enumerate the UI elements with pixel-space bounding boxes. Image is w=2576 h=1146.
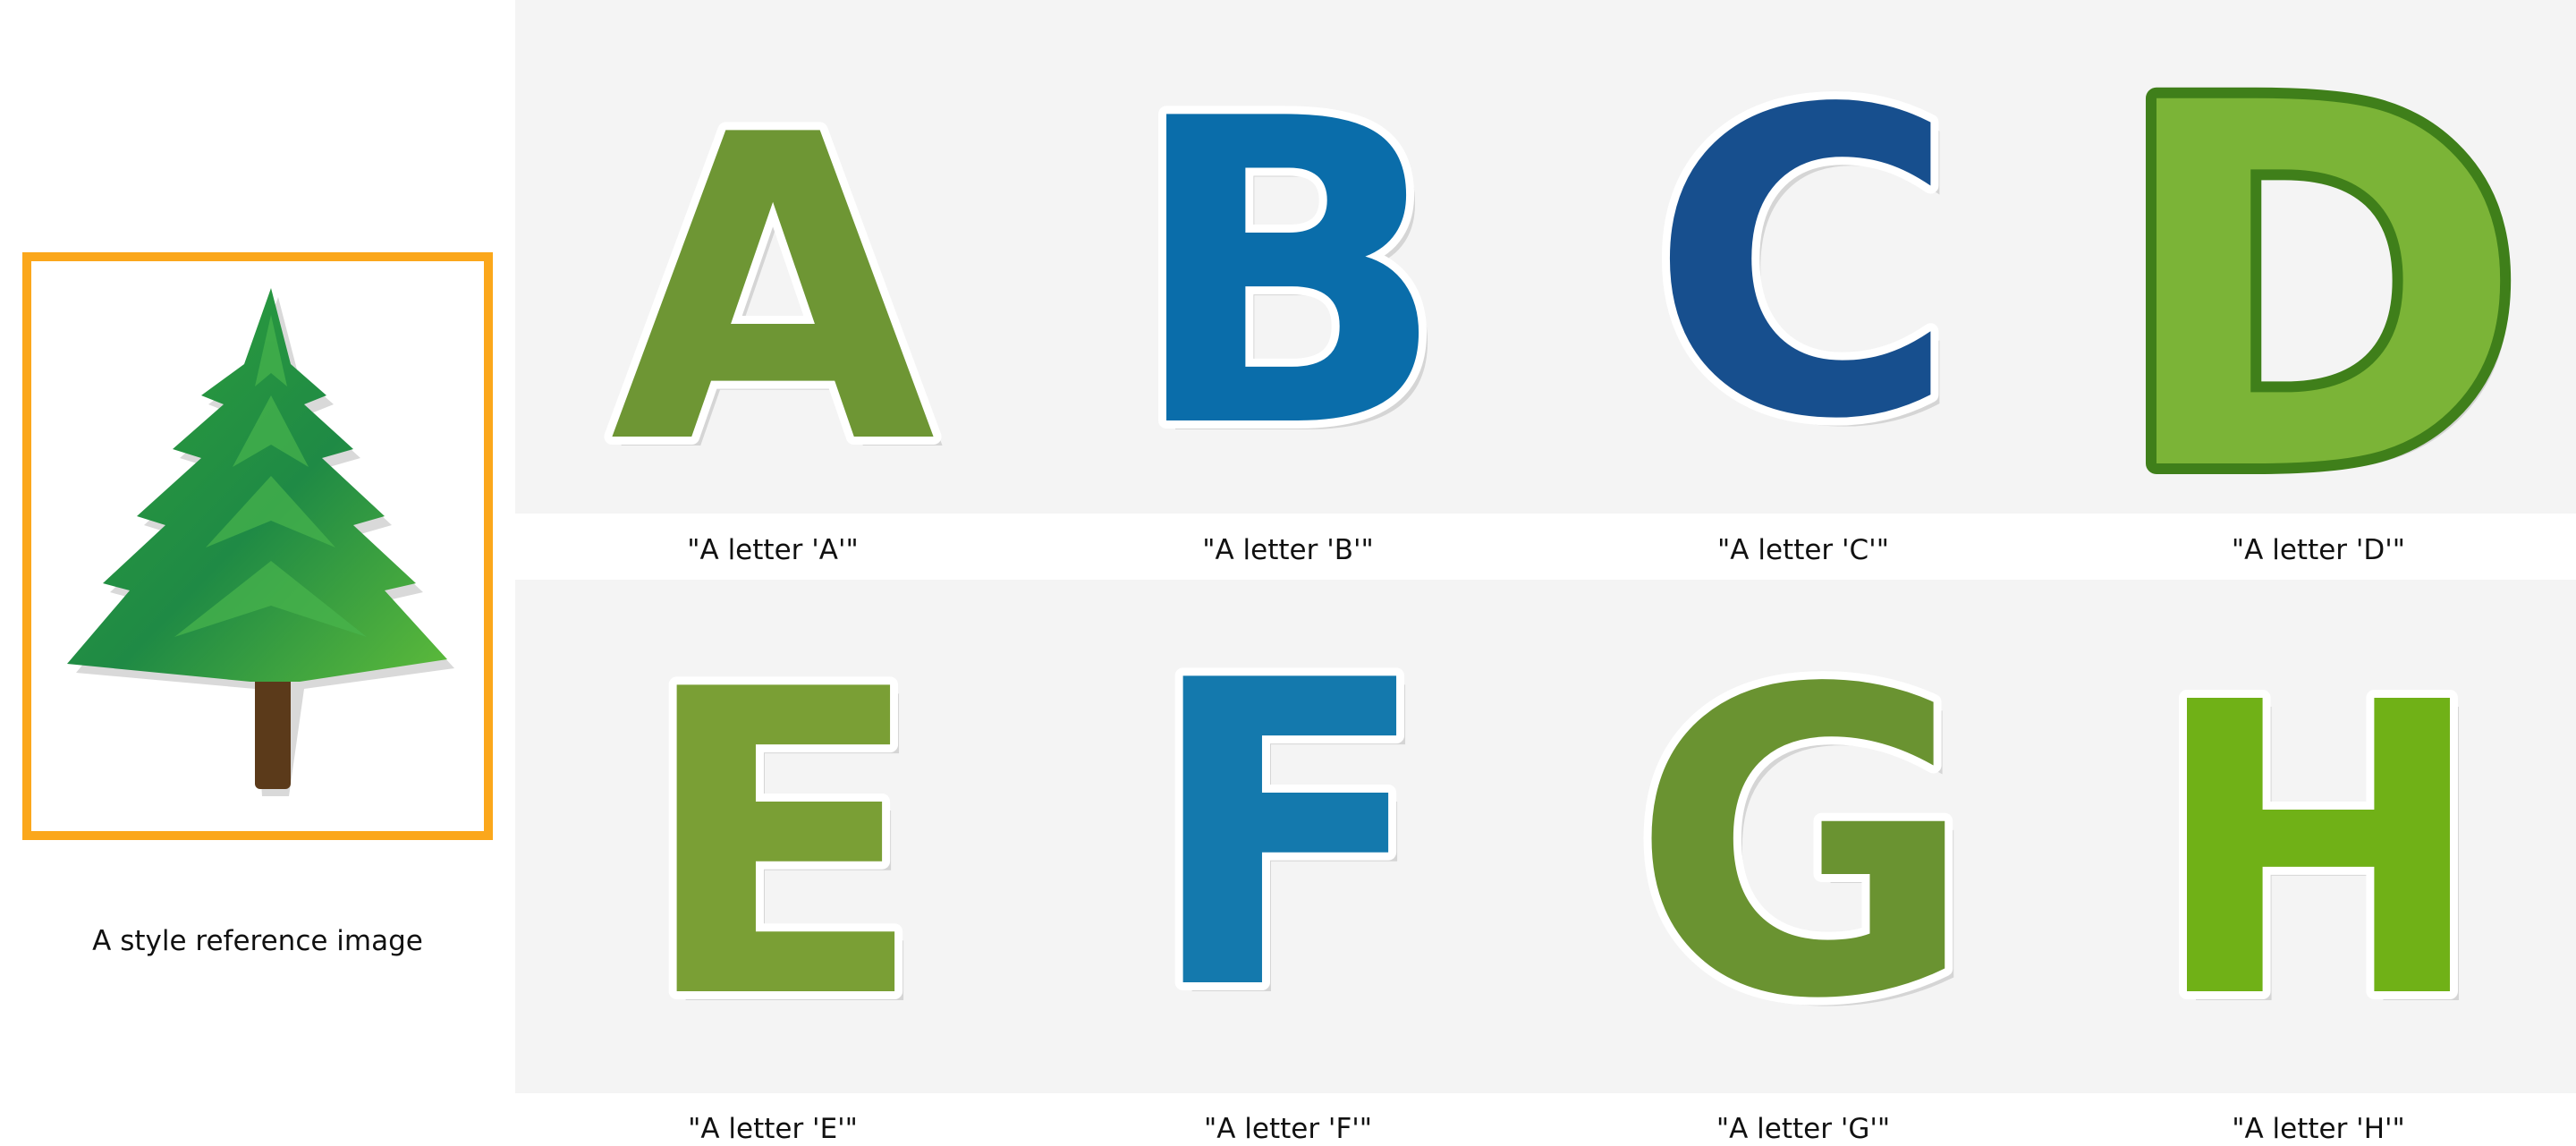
letter-h-glyph: H H [2142, 610, 2496, 1093]
letter-a-glyph: A A [602, 38, 947, 514]
caption-letter-e: "A letter 'E'" [688, 1113, 858, 1145]
svg-text:G: G [1631, 601, 1976, 1091]
svg-text:D: D [2111, 0, 2527, 514]
letter-tile-b: B B [1030, 0, 1546, 514]
letter-e-glyph: E E [630, 593, 934, 1093]
letter-f-glyph: F F [1136, 584, 1440, 1091]
svg-text:B: B [1128, 30, 1448, 514]
caption-letter-c: "A letter 'C'" [1717, 534, 1889, 566]
letter-g-glyph: G G [1623, 593, 1985, 1093]
svg-text:E: E [638, 601, 925, 1091]
caption-letter-f: "A letter 'F'" [1203, 1113, 1373, 1145]
letter-b-glyph: B B [1120, 22, 1457, 514]
svg-text:C: C [1649, 21, 1958, 511]
letter-tile-c: C C [1546, 0, 2061, 514]
style-reference-frame [22, 252, 493, 840]
svg-text:H: H [2150, 618, 2487, 1087]
caption-letter-b: "A letter 'B'" [1202, 534, 1374, 566]
letter-tile-g: G G [1546, 580, 2061, 1093]
caption-letter-d: "A letter 'D'" [2231, 534, 2406, 566]
svg-text:A: A [610, 47, 938, 514]
letter-tile-a: A A [515, 0, 1030, 514]
caption-letter-h: "A letter 'H'" [2232, 1113, 2405, 1145]
letter-tile-h: H H [2061, 580, 2576, 1093]
letter-c-glyph: C C [1641, 13, 1967, 514]
pine-tree-icon [58, 279, 456, 798]
caption-letter-a: "A letter 'A'" [687, 534, 859, 566]
letter-d-glyph: D D [2100, 0, 2538, 514]
letter-tile-d: D D [2061, 0, 2576, 514]
svg-text:F: F [1144, 592, 1431, 1082]
style-reference-caption: A style reference image [92, 925, 423, 957]
letter-tile-e: E E [515, 580, 1030, 1093]
caption-letter-g: "A letter 'G'" [1716, 1113, 1891, 1145]
letter-tile-f: F F [1030, 580, 1546, 1093]
